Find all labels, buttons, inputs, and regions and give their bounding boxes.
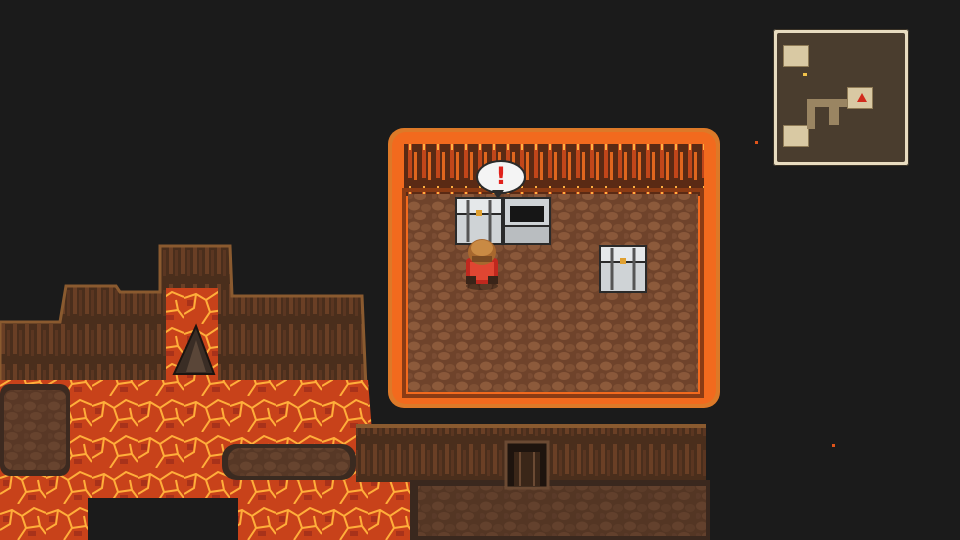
minimap-paper xyxy=(777,33,905,162)
player-character xyxy=(466,239,498,290)
treasure-chest-opened[interactable] xyxy=(503,197,551,245)
ember xyxy=(832,444,835,447)
minimap-corridor xyxy=(807,99,815,129)
exclamation-mark: ! xyxy=(495,162,507,190)
treasure-chest[interactable] xyxy=(599,245,647,293)
treasure-room xyxy=(388,128,720,408)
minimap-corridor xyxy=(829,107,839,125)
exclamation-emote-bubble: ! xyxy=(476,160,526,200)
minimap[interactable] xyxy=(773,29,909,166)
dark-pit xyxy=(88,498,238,540)
minimap-corridor xyxy=(813,99,847,107)
rock-floor xyxy=(408,194,698,392)
speech-bubble-tail xyxy=(492,190,504,199)
treasure-chest[interactable] xyxy=(455,197,503,245)
minimap-room xyxy=(783,125,809,147)
minimap-room xyxy=(783,45,809,67)
ember xyxy=(755,141,758,144)
minimap-player-icon xyxy=(857,93,867,102)
minimap-marker xyxy=(803,73,807,76)
